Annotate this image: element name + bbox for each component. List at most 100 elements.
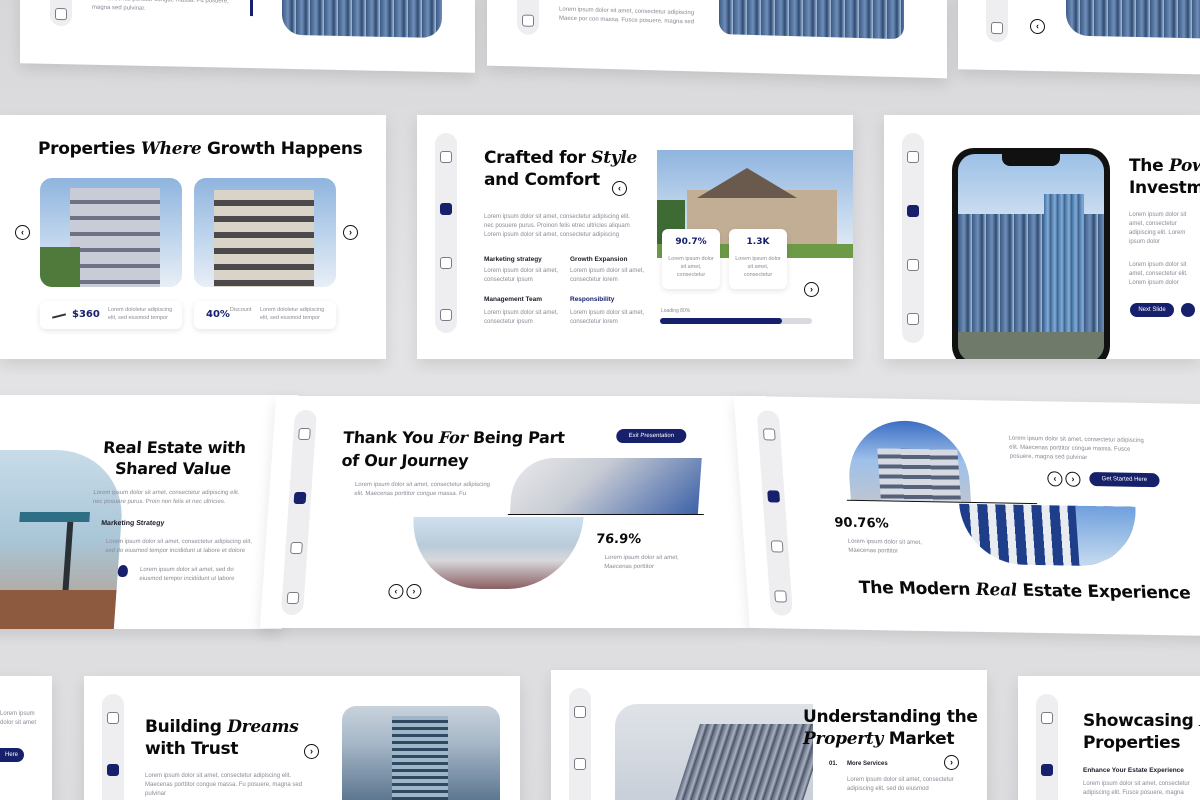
item-label: Growth Expansion xyxy=(570,256,628,263)
item-label: Management Team xyxy=(484,296,543,303)
location-icon[interactable] xyxy=(774,590,788,603)
discount-desc: Lorem dololetur adipiscing elit, sed eiu… xyxy=(260,307,325,321)
document-icon[interactable] xyxy=(574,706,586,718)
document-icon[interactable] xyxy=(907,151,919,163)
discount-card: 40% Discount Lorem dololetur adipiscing … xyxy=(194,301,336,329)
divider-line xyxy=(507,514,704,516)
body-text: Lorem ipsum dolor sit amet, consectetur … xyxy=(559,6,695,26)
item-text: Lorem ipsum dolor sit amet, consectetur … xyxy=(484,268,559,283)
slide-growth[interactable]: Properties Where Growth Happens ‹ › $360… xyxy=(0,115,386,359)
location-icon[interactable] xyxy=(440,309,452,321)
slide-dreams[interactable]: Building Dreams with Trust › Lorem ipsum… xyxy=(84,676,520,800)
next-arrow-icon[interactable]: › xyxy=(304,744,319,759)
building-icon[interactable] xyxy=(440,203,452,215)
body-text: elit. Maecenas porttitor congue massa. F… xyxy=(92,0,229,12)
nav-rail xyxy=(280,410,318,615)
progress-fill xyxy=(660,318,782,324)
document-icon[interactable] xyxy=(107,712,119,724)
slide-showcasing[interactable]: Showcasing E Properties Enhance Your Est… xyxy=(1018,676,1200,800)
people-icon[interactable] xyxy=(907,259,919,271)
nav-rail xyxy=(435,133,457,333)
here-button[interactable]: Here xyxy=(0,748,24,762)
next-circle-icon[interactable] xyxy=(1181,303,1195,317)
location-icon[interactable] xyxy=(991,21,1003,35)
building-icon[interactable] xyxy=(907,205,919,217)
prev-arrow-icon[interactable]: ‹ xyxy=(1030,18,1045,35)
prev-arrow-icon[interactable]: ‹ xyxy=(612,181,627,196)
nav-rail xyxy=(569,688,591,800)
service-text: Lorem ipsum dolor sit amet, consectetur … xyxy=(847,777,954,792)
intro-text: Lorem ipsum dolor sit amet, consectetur … xyxy=(92,490,240,505)
people-icon[interactable] xyxy=(290,542,303,554)
balcony-photo xyxy=(509,458,702,514)
document-icon[interactable] xyxy=(1041,712,1053,724)
location-icon[interactable] xyxy=(55,7,67,21)
slide-top-right[interactable]: ‹ xyxy=(958,0,1200,75)
building-icon[interactable] xyxy=(107,764,119,776)
body-text: Lorem ipsum dolor sit amet, consectetur … xyxy=(1129,262,1188,286)
waterfront-photo xyxy=(408,517,584,589)
service-label: More Services xyxy=(847,761,888,767)
location-icon[interactable] xyxy=(522,14,534,27)
body-text: Lorem ipsum dolor sit amet xyxy=(0,711,37,726)
price-line-icon xyxy=(52,313,66,319)
slide-title: Real Estate with Shared Value xyxy=(102,438,247,478)
slide-power[interactable]: The Pow Investme Lorem ipsum dolor sit a… xyxy=(884,115,1200,359)
document-icon[interactable] xyxy=(762,428,776,441)
price-value: $360 xyxy=(72,309,100,320)
location-icon[interactable] xyxy=(286,592,300,604)
people-icon[interactable] xyxy=(440,257,452,269)
prev-arrow-icon[interactable]: ‹ xyxy=(15,225,30,240)
next-arrow-icon[interactable]: › xyxy=(343,225,358,240)
location-icon[interactable] xyxy=(907,313,919,325)
building-icon[interactable] xyxy=(767,490,781,503)
slide-title: Understanding the Property Market xyxy=(803,707,978,749)
body-text: Lorem ipsum dolor sit amet, consectetur … xyxy=(145,773,303,797)
item-label: Responsibility xyxy=(570,296,615,303)
get-started-button[interactable]: Get Started Here xyxy=(1088,472,1160,488)
slide-bottom-left[interactable]: Lorem ipsum dolor sit amet Here xyxy=(0,676,52,800)
building-icon[interactable] xyxy=(293,492,307,504)
service-number: 01. xyxy=(829,761,838,767)
document-icon[interactable] xyxy=(298,428,311,440)
balcony-building-photo xyxy=(40,178,182,287)
slide-shared[interactable]: Real Estate with Shared Value Lorem ipsum… xyxy=(0,395,299,629)
accent-line xyxy=(250,0,253,17)
body-text: Lorem ipsum dolor sit amet, consectetur … xyxy=(1129,212,1187,245)
exit-presentation-button[interactable]: Exit Presentation xyxy=(615,429,687,443)
city-photo xyxy=(719,0,904,40)
subhead: Marketing Strategy xyxy=(100,520,165,527)
stat-text: Lorem ipsum dolor sit amet, consectetur xyxy=(668,256,714,278)
slide-top-middle[interactable]: Lorem ipsum dolor sit amet, consectetur … xyxy=(487,0,947,79)
slide-crafted[interactable]: Crafted for Style and Comfort ‹ Lorem ip… xyxy=(417,115,853,359)
prev-arrow-icon[interactable]: ‹ xyxy=(1046,471,1063,487)
phone-screen-photo xyxy=(958,154,1104,359)
document-icon[interactable] xyxy=(440,151,452,163)
slide-understanding[interactable]: Understanding the Property Market › 01. … xyxy=(551,670,987,800)
next-arrow-icon[interactable]: › xyxy=(804,282,819,297)
slide-thanks[interactable]: Thank You For Being Part of Our Journey … xyxy=(259,396,767,628)
body-text: Lorem ipsum dolor sit amet, consectetur … xyxy=(105,539,253,554)
item-text: Lorem ipsum dolor sit amet, consectetur … xyxy=(484,310,559,325)
slide-title: Showcasing E Properties xyxy=(1083,711,1200,753)
facade-photo xyxy=(959,503,1140,567)
nav-rail xyxy=(517,0,539,36)
building-photo xyxy=(282,0,442,39)
lightbulb-icon xyxy=(117,565,129,577)
building-icon[interactable] xyxy=(1041,764,1053,776)
people-icon[interactable] xyxy=(770,540,784,553)
progress-track xyxy=(660,318,812,324)
people-icon[interactable] xyxy=(574,758,586,770)
divider-line xyxy=(846,499,1038,505)
nav-rail xyxy=(1036,694,1058,800)
phone-mockup xyxy=(952,148,1110,359)
next-slide-button[interactable]: Next Slide xyxy=(1130,303,1174,317)
slide-modern[interactable]: Lorem ipsum dolor sit amet, consectetur … xyxy=(733,395,1200,637)
next-arrow-icon[interactable]: › xyxy=(405,584,422,599)
stat-card: 1.3K Lorem ipsum dolor sit amet, consect… xyxy=(729,229,787,289)
slide-top-left[interactable]: elit. Maecenas porttitor congue massa. F… xyxy=(20,0,475,73)
prev-arrow-icon[interactable]: ‹ xyxy=(387,584,404,599)
next-arrow-icon[interactable]: › xyxy=(944,755,959,770)
nav-rail xyxy=(986,0,1008,43)
next-arrow-icon[interactable]: › xyxy=(1064,471,1081,487)
